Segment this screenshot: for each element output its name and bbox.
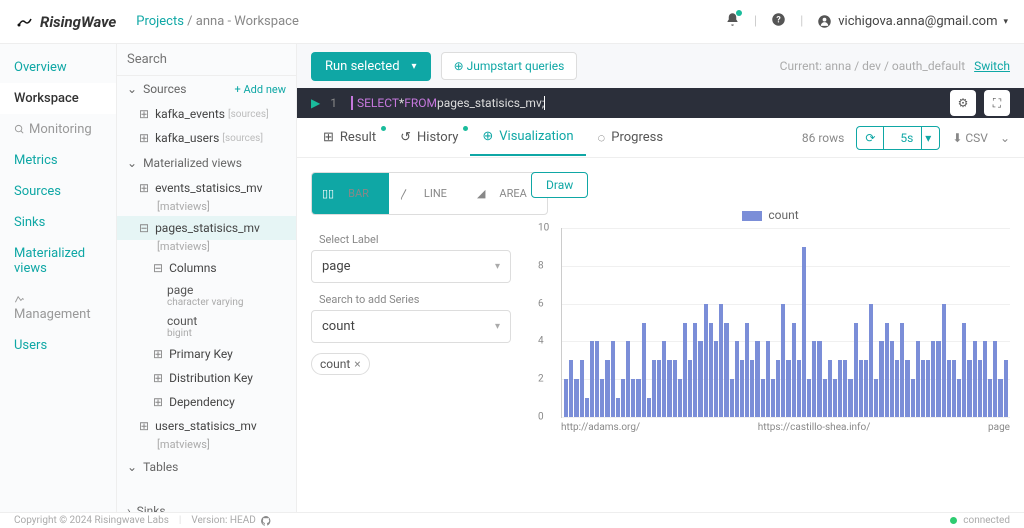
nav-mviews[interactable]: Materialized views — [0, 238, 116, 284]
explorer-panel: ⌄ Sources + Add new ⊞kafka_events [sourc… — [117, 44, 297, 512]
col-page: page — [117, 280, 296, 297]
current-value: anna / dev / oauth_default — [825, 59, 965, 73]
connection-status-icon — [950, 517, 957, 524]
brand-text: RisingWave — [40, 13, 116, 31]
collapse-icon: ⊟ — [139, 221, 149, 235]
expand-icon: ⊞ — [153, 395, 163, 409]
bar-chart: 0246810 — [561, 228, 1010, 418]
chevron-down-icon: ⌄ — [127, 82, 137, 96]
series-select[interactable]: count — [311, 310, 511, 343]
breadcrumb: Projects / anna - Workspace — [136, 14, 299, 29]
tree-events-mv[interactable]: ⊞events_statisics_mv — [117, 176, 296, 200]
section-sinks[interactable]: ›Sinks — [117, 498, 296, 512]
refresh-icon[interactable]: ⟳ — [857, 127, 884, 149]
fullscreen-icon[interactable]: ⛶ — [984, 90, 1010, 116]
section-tables[interactable]: ⌄Tables — [117, 454, 296, 480]
help-icon[interactable]: ? — [771, 12, 786, 31]
expand-icon: ⊞ — [139, 131, 149, 145]
play-icon[interactable]: ▶ — [311, 96, 320, 110]
gear-icon[interactable]: ⚙ — [950, 90, 976, 116]
col-type: character varying — [117, 297, 296, 311]
breadcrumb-projects[interactable]: Projects — [136, 14, 184, 29]
brand-logo: RisingWave — [16, 13, 116, 31]
tab-progress[interactable]: ◌ Progress — [586, 120, 676, 156]
copyright: Copyright © 2024 Risingwave Labs — [14, 515, 169, 526]
nav-metrics[interactable]: Metrics — [0, 145, 116, 176]
line-number: 1 — [330, 96, 337, 110]
series-chip[interactable]: count — [311, 353, 370, 375]
col-type: bigint — [117, 328, 296, 342]
nav-sinks[interactable]: Sinks — [0, 207, 116, 238]
chart-type-bar[interactable]: ▯▯ BAR — [312, 173, 389, 214]
expand-icon: ⊞ — [139, 419, 149, 433]
expand-icon: ⊞ — [153, 347, 163, 361]
select-label-caption: Select Label — [319, 233, 511, 246]
add-new-button[interactable]: + Add new — [235, 83, 286, 96]
connection-status: connected — [963, 515, 1010, 526]
nav-management[interactable]: Management — [0, 284, 116, 330]
sql-editor[interactable]: ▶ 1 SELECT * FROM pages_statisics_mv; ⚙ … — [297, 88, 1024, 118]
draw-button[interactable]: Draw — [531, 172, 588, 198]
divider: | — [800, 14, 803, 29]
chart-type-line[interactable]: 〳 LINE — [389, 173, 467, 214]
notifications-icon[interactable] — [725, 12, 740, 31]
nav-overview[interactable]: Overview — [0, 52, 116, 83]
nav-sources[interactable]: Sources — [0, 176, 116, 207]
tree-columns[interactable]: ⊟Columns — [117, 256, 296, 280]
refresh-interval[interactable]: ⟳ 5s ▾ — [856, 126, 940, 150]
tree-pages-mv[interactable]: ⊟pages_statisics_mv — [117, 216, 296, 240]
expand-icon: ⊞ — [153, 371, 163, 385]
tab-result[interactable]: ⊞ Result — [311, 120, 388, 155]
tree-tag: [matviews] — [117, 200, 296, 216]
github-icon[interactable] — [260, 515, 272, 527]
section-mviews[interactable]: ⌄Materialized views — [117, 150, 296, 176]
x-label: http://adams.org/ — [561, 422, 640, 433]
current-label: Current: — [780, 59, 822, 73]
version: Version: HEAD — [191, 515, 255, 526]
x-label: page — [988, 422, 1010, 433]
series-label-caption: Search to add Series — [319, 293, 511, 306]
nav-workspace[interactable]: Workspace — [0, 83, 116, 114]
tree-kafka-users[interactable]: ⊞kafka_users [sources] — [117, 126, 296, 150]
expand-icon: ⊞ — [139, 107, 149, 121]
run-selected-button[interactable]: Run selected — [311, 52, 431, 81]
x-label: https://castillo-shea.info/ — [758, 422, 871, 433]
chart-legend: count — [531, 208, 1010, 222]
tab-history[interactable]: ↺ History — [388, 120, 470, 155]
svg-text:?: ? — [776, 16, 781, 26]
row-count: 86 rows — [802, 131, 844, 145]
tree-tag: [matviews] — [117, 240, 296, 256]
tree-kafka-events[interactable]: ⊞kafka_events [sources] — [117, 102, 296, 126]
chevron-down-icon: ⌄ — [127, 156, 137, 170]
col-count: count — [117, 311, 296, 328]
tree-dep[interactable]: ⊞Dependency — [117, 390, 296, 414]
divider: | — [754, 14, 757, 29]
expand-icon: ⊞ — [139, 181, 149, 195]
nav-users[interactable]: Users — [0, 330, 116, 361]
chevron-down-icon: ⌄ — [127, 460, 137, 474]
breadcrumb-workspace: anna - Workspace — [196, 14, 299, 29]
collapse-icon: ⊟ — [153, 261, 163, 275]
tree-users-mv[interactable]: ⊞users_statisics_mv — [117, 414, 296, 438]
cursor — [544, 96, 545, 110]
tree-dk[interactable]: ⊞Distribution Key — [117, 366, 296, 390]
user-menu[interactable]: vichigova.anna@gmail.com ▾ — [817, 14, 1008, 29]
jumpstart-button[interactable]: ⊕ Jumpstart queries — [441, 52, 578, 80]
section-sources[interactable]: ⌄ Sources + Add new — [117, 76, 296, 102]
user-email: vichigova.anna@gmail.com — [838, 14, 997, 29]
tree-pk[interactable]: ⊞Primary Key — [117, 342, 296, 366]
chevron-right-icon: › — [127, 504, 131, 512]
csv-export[interactable]: ⬇ CSV — [952, 131, 988, 145]
switch-link[interactable]: Switch — [974, 59, 1010, 73]
chevron-down-icon: ▾ — [1003, 17, 1008, 27]
nav-monitoring[interactable]: Monitoring — [0, 114, 116, 145]
chevron-down-icon[interactable]: ⌄ — [1000, 131, 1010, 145]
tree-tag: [matviews] — [117, 438, 296, 454]
primary-nav: Overview Workspace Monitoring Metrics So… — [0, 44, 117, 512]
tab-visualization[interactable]: ⊕ Visualization — [470, 119, 585, 156]
search-input[interactable] — [127, 52, 293, 67]
label-select[interactable]: page — [311, 250, 511, 283]
